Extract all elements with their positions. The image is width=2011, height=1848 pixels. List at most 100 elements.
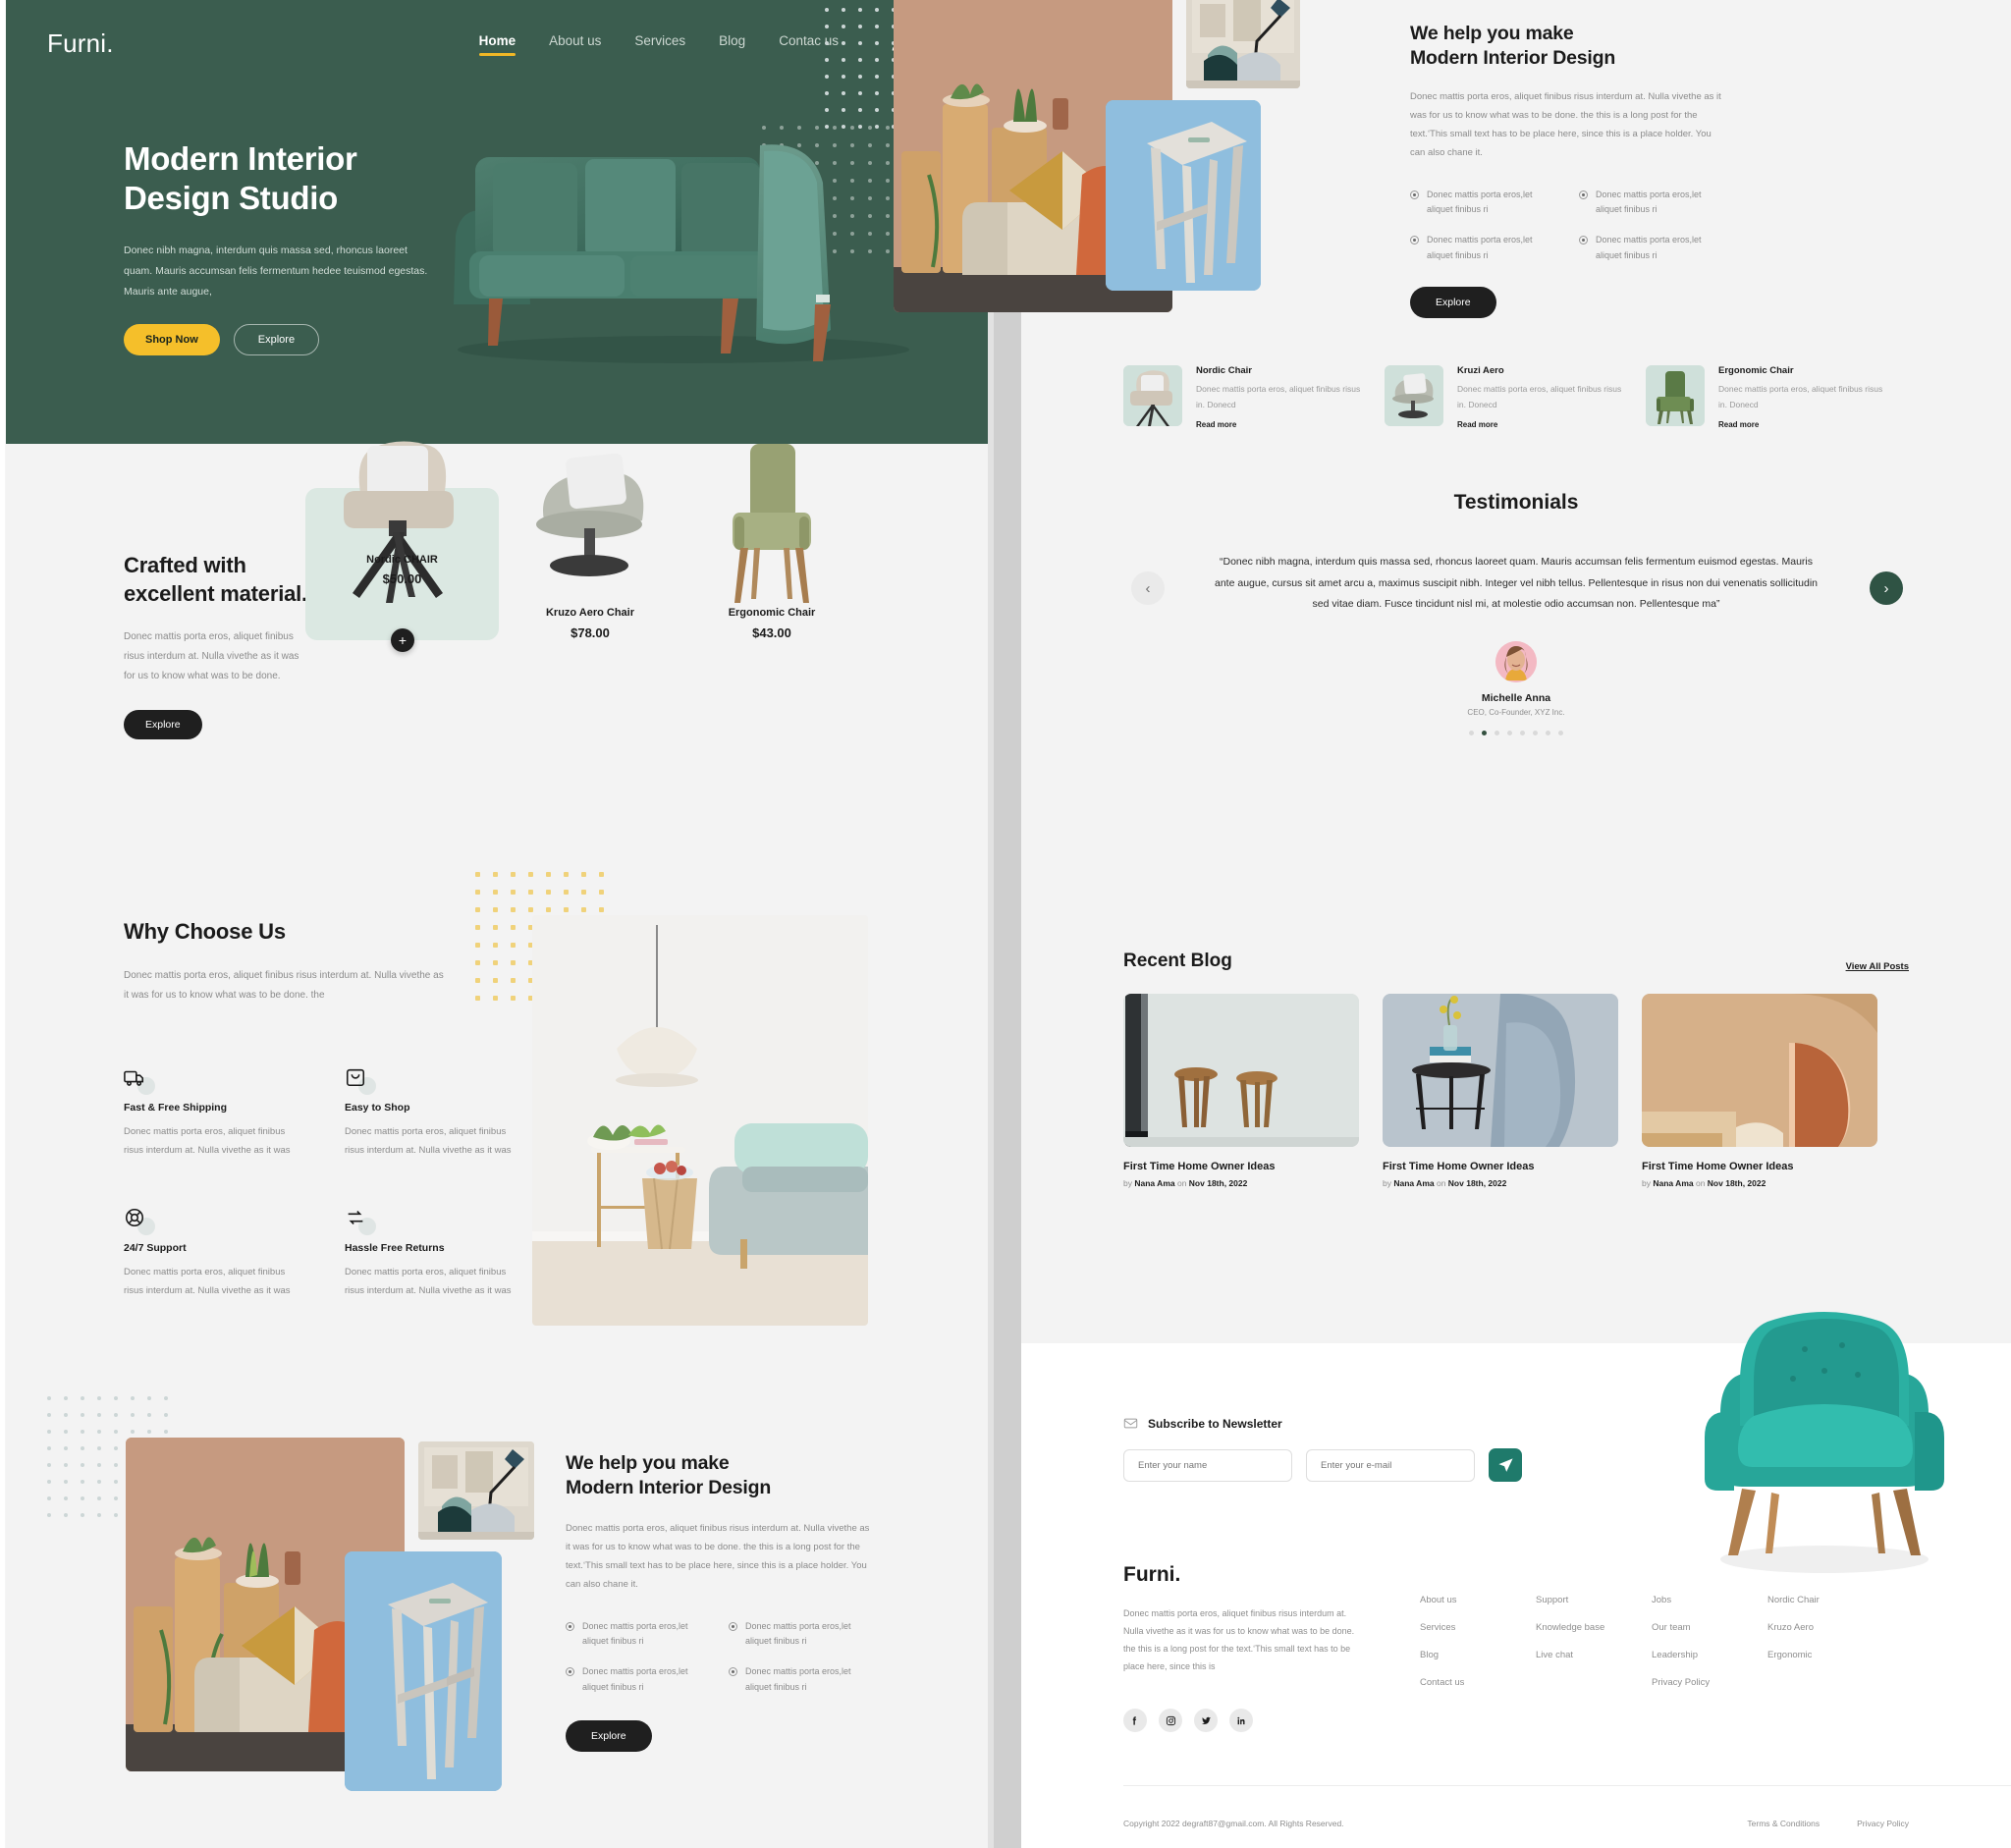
recent-blog-section: Recent Blog View All Posts First Time Ho…	[1021, 951, 2011, 1216]
lifebuoy-icon	[124, 1207, 155, 1235]
footer-link-live-chat[interactable]: Live chat	[1536, 1650, 1652, 1660]
meta-by: by	[1642, 1178, 1654, 1188]
carousel-dot[interactable]	[1520, 730, 1525, 735]
read-more-link[interactable]: Read more	[1196, 420, 1369, 429]
newsletter-send-button[interactable]	[1489, 1448, 1522, 1482]
crafted-explore-button[interactable]: Explore	[124, 710, 202, 740]
blog-header: Recent Blog View All Posts	[1021, 951, 2011, 972]
footer-link-privacy-policy[interactable]: Privacy Policy	[1652, 1677, 1767, 1688]
twitter-icon[interactable]	[1194, 1709, 1218, 1732]
meta-by: by	[1123, 1178, 1135, 1188]
linkedin-icon[interactable]	[1229, 1709, 1253, 1732]
nav-link-home[interactable]: Home	[478, 33, 516, 56]
testimonial-quote: “Donec nibh magna, interdum quis massa s…	[1215, 556, 1818, 611]
help-title-right-line1: We help you make	[1410, 23, 1574, 44]
mini-product-card[interactable]: Nordic Chair Donec mattis porta eros, al…	[1123, 365, 1369, 429]
nav-link-about-us[interactable]: About us	[549, 33, 601, 54]
why-copy: Why Choose Us Donec mattis porta eros, a…	[124, 918, 526, 1300]
meta-on: on	[1434, 1178, 1448, 1188]
blog-card[interactable]: First Time Home Owner Ideas by Nana Ama …	[1123, 994, 1359, 1188]
help-section-left: We help you make Modern Interior Design …	[6, 1375, 988, 1848]
crafted-title: Crafted with excellent material.	[124, 553, 307, 606]
legal-link-privacy-policy[interactable]: Privacy Policy	[1857, 1819, 1909, 1828]
envelope-icon	[1123, 1418, 1138, 1429]
shopping-bag-icon	[345, 1066, 376, 1095]
mini-product-card[interactable]: Kruzi Aero Donec mattis porta eros, aliq…	[1385, 365, 1630, 429]
carousel-dot[interactable]	[1558, 730, 1563, 735]
help-title-left: We help you make Modern Interior Design	[566, 1451, 870, 1501]
carousel-dot[interactable]	[1495, 730, 1499, 735]
mini-product-card[interactable]: Ergonomic Chair Donec mattis porta eros,…	[1646, 365, 1891, 429]
feature-text: Donec mattis porta eros, aliquet finibus…	[345, 1266, 512, 1296]
testimonial-prev-button[interactable]: ‹	[1131, 571, 1165, 605]
footer-link-services[interactable]: Services	[1420, 1622, 1536, 1633]
read-more-link[interactable]: Read more	[1457, 420, 1630, 429]
testimonial-next-button[interactable]: ›	[1870, 571, 1903, 605]
nav-links: Home About us Services Blog Contac us	[478, 33, 839, 56]
blog-grid: First Time Home Owner Ideas by Nana Ama …	[1021, 994, 2011, 1188]
newsletter-block: Subscribe to Newsletter	[1123, 1416, 1536, 1482]
feature-item: Easy to Shop Donec mattis porta eros, ali…	[345, 1066, 526, 1160]
footer-link-leadership[interactable]: Leadership	[1652, 1650, 1767, 1660]
footer-link-about-us[interactable]: About us	[1420, 1595, 1536, 1605]
nav-link-services[interactable]: Services	[634, 33, 685, 54]
footer-link-ergonomic[interactable]: Ergonomic	[1767, 1650, 1883, 1660]
blog-image	[1642, 994, 1877, 1147]
carousel-dot[interactable]	[1482, 730, 1487, 735]
legal-link-terms-conditions[interactable]: Terms & Conditions	[1747, 1819, 1820, 1828]
help-explore-button-right[interactable]: Explore	[1410, 286, 1496, 318]
newsletter-name-input[interactable]	[1123, 1448, 1292, 1482]
hero-section: Furni. Home About us Services Blog Contac us…	[6, 0, 988, 444]
footer-link-kruzo-aero[interactable]: Kruzo Aero	[1767, 1622, 1883, 1633]
mini-product-body: Kruzi Aero Donec mattis porta eros, aliq…	[1457, 365, 1630, 429]
hero-sofa-image	[454, 144, 909, 363]
footer-brand[interactable]: Furni.	[1123, 1563, 1381, 1587]
read-more-link[interactable]: Read more	[1718, 420, 1891, 429]
facebook-icon[interactable]	[1123, 1709, 1147, 1732]
carousel-dot[interactable]	[1533, 730, 1538, 735]
carousel-dot[interactable]	[1507, 730, 1512, 735]
newsletter-label-row: Subscribe to Newsletter	[1123, 1416, 1536, 1431]
carousel-dot[interactable]	[1469, 730, 1474, 735]
stool-image-right	[1106, 100, 1261, 291]
footer-main: Furni. Donec mattis porta eros, aliquet …	[1123, 1563, 1909, 1732]
hero-explore-button[interactable]: Explore	[233, 323, 320, 355]
testimonial-dots	[1021, 730, 2011, 735]
page-left: Furni. Home About us Services Blog Contac us…	[6, 0, 988, 1848]
blog-image	[1383, 994, 1618, 1147]
bullet-marker-icon	[1410, 190, 1419, 199]
footer-link-support[interactable]: Support	[1536, 1595, 1652, 1605]
view-all-posts-link[interactable]: View All Posts	[1846, 961, 1909, 972]
footer-link-our-team[interactable]: Our team	[1652, 1622, 1767, 1633]
blog-card[interactable]: First Time Home Owner Ideas by Nana Ama …	[1642, 994, 1877, 1188]
newsletter-email-input[interactable]	[1306, 1448, 1475, 1482]
footer-link-blog[interactable]: Blog	[1420, 1650, 1536, 1660]
product-price-kruzo: $78.00	[571, 625, 610, 640]
nav-link-blog[interactable]: Blog	[719, 33, 745, 54]
mini-product-text: Donec mattis porta eros, aliquet finibus…	[1196, 384, 1361, 409]
instagram-icon[interactable]	[1159, 1709, 1182, 1732]
bullet-text: Donec mattis porta eros,let aliquet fini…	[745, 1620, 851, 1646]
help-section-right: We help you make Modern Interior Design …	[825, 0, 2011, 363]
help-explore-button-left[interactable]: Explore	[566, 1719, 652, 1752]
help-paragraph-right: Donec mattis porta eros, aliquet finibus…	[1410, 90, 1721, 158]
add-to-cart-button[interactable]: +	[391, 628, 414, 652]
brand-logo[interactable]: Furni.	[47, 28, 114, 59]
footer-link-jobs[interactable]: Jobs	[1652, 1595, 1767, 1605]
footer-link-knowledge-base[interactable]: Knowledge base	[1536, 1622, 1652, 1633]
help-bullet: Donec mattis porta eros,let aliquet fini…	[1410, 233, 1557, 263]
footer-link-nordic-chair[interactable]: Nordic Chair	[1767, 1595, 1883, 1605]
footer-column: Jobs Our team Leadership Privacy Policy	[1652, 1595, 1767, 1732]
carousel-dot[interactable]	[1546, 730, 1550, 735]
help-bullet: Donec mattis porta eros,let aliquet fini…	[729, 1619, 870, 1650]
testimonial-author: Michelle Anna	[1481, 691, 1551, 704]
blog-post-meta: by Nana Ama on Nov 18th, 2022	[1642, 1178, 1877, 1188]
blog-card[interactable]: First Time Home Owner Ideas by Nana Ama …	[1383, 994, 1618, 1188]
bullet-marker-icon	[729, 1621, 737, 1631]
footer-link-contact-us[interactable]: Contact us	[1420, 1677, 1536, 1688]
shop-now-button[interactable]: Shop Now	[124, 323, 220, 355]
stool-image-left	[345, 1551, 502, 1791]
nav-link-contac-us[interactable]: Contac us	[779, 33, 839, 54]
why-title: Why Choose Us	[124, 919, 286, 944]
bullet-text: Donec mattis porta eros,let aliquet fini…	[1596, 235, 1702, 260]
